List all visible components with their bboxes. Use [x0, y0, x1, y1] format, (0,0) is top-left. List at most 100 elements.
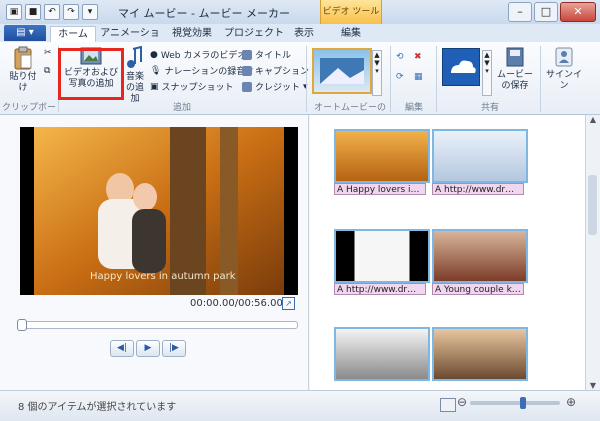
tab-view[interactable]: 表示 — [290, 26, 318, 42]
clip-thumbnail[interactable] — [334, 129, 430, 183]
onedrive-share-button[interactable] — [442, 48, 480, 86]
fullscreen-icon[interactable]: ↗ — [282, 297, 295, 310]
storyboard-scrollbar[interactable]: ▲ ▼ — [585, 115, 600, 390]
preview-pane: Happy lovers in autumn park 00:00.00/00:… — [0, 115, 309, 390]
video-tools-label: ビデオ ツール — [320, 0, 382, 24]
webcam-video-button[interactable]: ● Web カメラのビデオ — [150, 48, 247, 62]
clip-thumbnail[interactable] — [334, 327, 430, 381]
play-button[interactable]: ▶ — [136, 340, 160, 357]
next-frame-button[interactable]: |▶ — [162, 340, 186, 357]
zoom-in-icon[interactable]: ⊕ — [566, 395, 576, 409]
window-title: マイ ムービー - ムービー メーカー — [118, 7, 290, 20]
couple-photo — [20, 127, 298, 295]
user-icon — [555, 47, 573, 67]
caption-label[interactable]: A http://www.dr… — [432, 183, 524, 195]
clip-thumbnail[interactable] — [432, 129, 528, 183]
select-all-button[interactable]: ▦ — [414, 72, 423, 82]
caption-label: キャプション — [255, 67, 310, 77]
signin-label: サインイン — [545, 70, 582, 91]
snapshot-button[interactable]: ▣ スナップショット — [150, 80, 234, 94]
editing-group-label: 編集 — [404, 103, 423, 113]
caption-label[interactable]: A http://www.dr… — [334, 283, 426, 295]
clip-thumbnail[interactable] — [334, 229, 430, 283]
file-menu-button[interactable]: ▤ ▾ — [4, 25, 46, 41]
webcam-label: Web カメラのビデオ — [160, 51, 247, 61]
record-narration-button[interactable]: 🎙ナレーションの録音▾ — [150, 64, 253, 78]
theme-scroll[interactable]: ▲ ▼ ▾ — [372, 50, 382, 96]
clip-thumbnail[interactable] — [432, 327, 528, 381]
seek-handle[interactable] — [17, 319, 27, 331]
title-button[interactable]: タイトル — [242, 48, 291, 61]
title-icon — [242, 49, 252, 60]
caption-label[interactable]: A Happy lovers i… — [334, 183, 426, 195]
select-all-icon: ▦ — [414, 72, 423, 82]
separator — [390, 46, 391, 112]
seek-bar[interactable] — [17, 319, 298, 331]
separator — [540, 46, 541, 112]
save-movie-button[interactable]: ムービーの保存 — [494, 46, 536, 92]
storyboard: A Happy lovers i… A http://www.dr… A htt… — [310, 115, 586, 390]
zoom-handle[interactable] — [520, 397, 526, 409]
tab-animations[interactable]: アニメーション — [98, 26, 162, 55]
rotate-left-button[interactable]: ⟲ — [396, 52, 404, 62]
separator — [436, 46, 437, 112]
paste-label: 貼り付け — [9, 72, 37, 93]
credits-icon — [242, 81, 252, 92]
auto-movie-theme-thumbnail[interactable] — [312, 48, 372, 94]
share-scroll[interactable]: ▲ ▼ ▾ — [482, 50, 492, 96]
maximize-button[interactable]: □ — [534, 2, 558, 22]
rotate-right-button[interactable]: ⟳ — [396, 72, 404, 82]
tab-edit[interactable]: 編集 — [324, 26, 378, 42]
redo-icon[interactable]: ↷ — [63, 4, 79, 20]
customize-icon[interactable]: ▾ — [82, 4, 98, 20]
video-preview[interactable]: Happy lovers in autumn park — [20, 127, 298, 295]
tab-project[interactable]: プロジェクト — [222, 26, 286, 42]
caption-button[interactable]: キャプション — [242, 64, 309, 77]
previous-frame-button[interactable]: ◀| — [110, 340, 134, 357]
snapshot-label: スナップショット — [161, 83, 234, 93]
rotate-right-icon: ⟳ — [396, 72, 404, 82]
save-movie-label: ムービーの保存 — [496, 70, 533, 91]
close-button[interactable]: ✕ — [560, 2, 596, 22]
paste-icon — [14, 46, 32, 70]
signin-button[interactable]: サインイン — [544, 46, 584, 92]
add-music-button[interactable]: 音楽の追加 — [122, 46, 148, 105]
music-note-icon — [127, 46, 142, 68]
clip-thumbnail[interactable] — [432, 229, 528, 283]
narration-label: ナレーションの録音 — [164, 67, 246, 77]
microphone-icon: 🎙 — [150, 65, 162, 76]
remove-button[interactable]: ✖ — [414, 52, 422, 62]
main-area: Happy lovers in autumn park 00:00.00/00:… — [0, 115, 600, 390]
zoom-out-icon[interactable]: ⊖ — [457, 395, 467, 409]
tab-visual-effects[interactable]: 視覚効果 — [168, 26, 216, 42]
credits-label: クレジット — [255, 83, 301, 93]
paste-button[interactable]: 貼り付け — [6, 46, 40, 94]
landscape-icon — [320, 58, 364, 84]
tab-home[interactable]: ホーム — [50, 26, 96, 43]
remove-icon: ✖ — [414, 52, 422, 62]
status-text: 8 個のアイテムが選択されています — [18, 402, 177, 413]
caption-label[interactable]: A Young couple k… — [432, 283, 524, 295]
zoom-slider[interactable] — [470, 397, 560, 409]
video-overlay-text: Happy lovers in autumn park — [90, 271, 236, 282]
scroll-up-icon[interactable]: ▲ — [586, 115, 600, 124]
add-group-label: 追加 — [172, 103, 191, 113]
title-label: タイトル — [255, 51, 292, 61]
status-bar: 8 個のアイテムが選択されています ⊖ ⊕ — [0, 390, 600, 421]
credits-button[interactable]: クレジット▾ — [242, 80, 308, 93]
share-group-label: 共有 — [480, 103, 499, 113]
copy-button[interactable]: ⧉ — [44, 66, 50, 76]
cloud-icon — [451, 60, 476, 73]
window-controls: – □ ✕ — [508, 2, 596, 22]
cut-button[interactable]: ✂ — [44, 48, 52, 58]
app-icon[interactable]: ▣ — [6, 4, 22, 20]
rotate-icon: ⟲ — [396, 52, 404, 62]
scroll-down-icon[interactable]: ▼ — [586, 381, 600, 390]
thumbnail-size-icon[interactable] — [440, 398, 456, 412]
caption-icon — [242, 65, 252, 76]
separator — [306, 46, 307, 112]
minimize-button[interactable]: – — [508, 2, 532, 22]
scroll-thumb[interactable] — [588, 175, 597, 235]
save-icon[interactable]: ■ — [25, 4, 41, 20]
undo-icon[interactable]: ↶ — [44, 4, 60, 20]
